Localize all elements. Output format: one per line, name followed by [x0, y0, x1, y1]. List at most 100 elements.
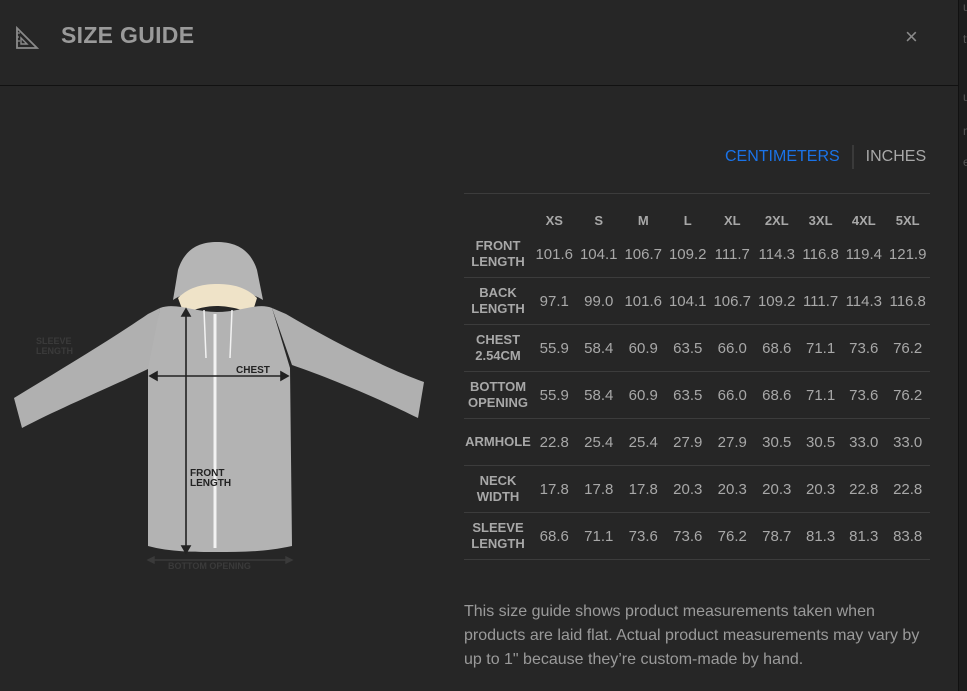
row-label-part: FRONT — [475, 238, 521, 253]
row-label: CHEST 2.54CM — [464, 324, 532, 372]
size-header: S — [594, 213, 604, 228]
measurement-cell: 76.2 — [710, 512, 755, 560]
measurement-cell: 25.4 — [576, 418, 621, 466]
measurement-cell: 83.8 — [885, 512, 930, 560]
coat-body — [148, 306, 292, 552]
measurement-cell: 76.2 — [885, 371, 930, 419]
measurement-cell: 101.6 — [535, 245, 574, 263]
measurement-cell: 111.7 — [799, 277, 843, 325]
measurement-cell: 109.2 — [668, 245, 707, 263]
size-guide-modal: SIZE GUIDE × CENTIMETERS INCHES CHEST FR… — [0, 0, 958, 691]
measurement-cell: 73.6 — [842, 324, 886, 372]
measurement-cell: 22.8 — [532, 418, 577, 466]
measurement-cell: 63.5 — [665, 324, 710, 372]
right-sleeve — [272, 308, 424, 418]
measurement-cell: 27.9 — [665, 418, 710, 466]
row-label-part: SLEEVE — [472, 520, 524, 535]
measurement-cell: 20.3 — [754, 465, 799, 513]
sleeve-length-label-line2: LENGTH — [36, 346, 73, 356]
measurement-cell: 116.8 — [802, 245, 839, 263]
row-label-part: LENGTH — [471, 254, 525, 269]
measurement-cell: 109.2 — [754, 277, 799, 325]
measurement-cell: 22.8 — [842, 465, 886, 513]
size-table: XS S M L XL 2XL 3XL 4XL 5XL FRONT LENGTH 1… — [464, 193, 930, 560]
measurement-cell: 63.5 — [665, 371, 710, 419]
measurement-cell: 121.9 — [888, 245, 927, 263]
measurement-cell: 17.8 — [621, 465, 666, 513]
measurement-cell: 73.6 — [621, 512, 666, 560]
measurement-cell: 111.7 — [714, 245, 750, 263]
measurement-cell: 66.0 — [710, 371, 755, 419]
measurement-cell: 99.0 — [576, 277, 621, 325]
chest-label: CHEST — [236, 365, 270, 376]
measurement-cell: 71.1 — [799, 324, 843, 372]
measurement-cell: 60.9 — [621, 324, 666, 372]
row-label-part: LENGTH — [471, 301, 525, 316]
measurement-cell: 114.3 — [842, 277, 886, 325]
table-row: BOTTOM OPENING 55.9 58.4 60.9 63.5 66.0 68.6 71.… — [464, 371, 930, 419]
close-icon[interactable]: × — [905, 24, 918, 50]
background-page-edge: u tt u n e — [958, 0, 967, 691]
measurement-cell: 106.7 — [624, 245, 663, 263]
measurement-cell: 106.7 — [710, 277, 755, 325]
table-row: SLEEVE LENGTH 68.6 71.1 73.6 73.6 76.2 78.7 81.3… — [464, 512, 930, 560]
measurement-cell: 71.1 — [576, 512, 621, 560]
measurement-cell: 116.8 — [885, 277, 930, 325]
centimeters-tab[interactable]: CENTIMETERS — [725, 148, 840, 166]
measurement-cell: 30.5 — [754, 418, 799, 466]
size-header: XL — [723, 213, 741, 228]
table-row: FRONT LENGTH 101.6 104.1 106.7 109.2 111.7 114.… — [464, 231, 930, 278]
sleeve-length-label-line1: SLEEVE — [36, 336, 72, 346]
measurement-cell: 58.4 — [576, 371, 621, 419]
measurement-cell: 55.9 — [532, 324, 577, 372]
measurement-cell: 17.8 — [532, 465, 577, 513]
measurement-cell: 20.3 — [710, 465, 755, 513]
measurement-cell: 81.3 — [799, 512, 843, 560]
measurement-cell: 55.9 — [532, 371, 577, 419]
measurement-cell: 101.6 — [621, 277, 666, 325]
measurement-cell: 27.9 — [710, 418, 755, 466]
size-header: 2XL — [764, 213, 789, 228]
row-label-part: CHEST — [475, 332, 521, 347]
table-row: NECK WIDTH 17.8 17.8 17.8 20.3 20.3 20.3 20.3 22.… — [464, 465, 930, 513]
row-label: ARMHOLE — [464, 418, 532, 466]
size-header: 5XL — [895, 213, 920, 228]
measurement-cell: 97.1 — [532, 277, 577, 325]
unit-divider — [851, 145, 854, 169]
measurement-cell: 68.6 — [754, 371, 799, 419]
size-header: L — [683, 213, 692, 228]
bottom-opening-label: BOTTOM OPENING — [168, 561, 251, 571]
measurement-cell: 33.0 — [842, 418, 886, 466]
measurement-cell: 73.6 — [842, 371, 886, 419]
size-header: M — [637, 213, 649, 228]
row-label: FRONT LENGTH — [464, 231, 532, 278]
left-sleeve — [14, 308, 160, 428]
inches-tab[interactable]: INCHES — [866, 148, 926, 166]
size-header-empty — [464, 194, 532, 232]
row-label-part: ARMHOLE — [465, 434, 531, 449]
measurement-cell: 33.0 — [885, 418, 930, 466]
modal-title: SIZE GUIDE — [61, 22, 195, 48]
measurement-cell: 73.6 — [665, 512, 710, 560]
measurement-cell: 68.6 — [532, 512, 577, 560]
measurement-cell: 20.3 — [665, 465, 710, 513]
measurement-cell: 25.4 — [621, 418, 666, 466]
row-label: NECK WIDTH — [464, 465, 532, 513]
row-label: BOTTOM OPENING — [464, 371, 532, 419]
table-row: BACK LENGTH 97.1 99.0 101.6 104.1 106.7 109.2 11… — [464, 277, 930, 325]
measurement-cell: 119.4 — [845, 245, 882, 263]
modal-header: SIZE GUIDE × — [0, 0, 958, 86]
row-label-part: BOTTOM — [469, 379, 527, 394]
measurement-cell: 114.3 — [758, 245, 795, 263]
measurement-cell: 17.8 — [576, 465, 621, 513]
row-label: BACK LENGTH — [464, 277, 532, 325]
measurement-cell: 60.9 — [621, 371, 666, 419]
measurement-cell: 66.0 — [710, 324, 755, 372]
unit-toggle: CENTIMETERS INCHES — [725, 145, 926, 169]
front-length-label-line2: LENGTH — [190, 478, 231, 489]
table-row: CHEST 2.54CM 55.9 58.4 60.9 63.5 66.0 68.6 71.1 7… — [464, 324, 930, 372]
measurement-cell: 68.6 — [754, 324, 799, 372]
size-header: 3XL — [808, 213, 833, 228]
row-label-part: BACK — [479, 285, 517, 300]
size-header: 4XL — [851, 213, 876, 228]
